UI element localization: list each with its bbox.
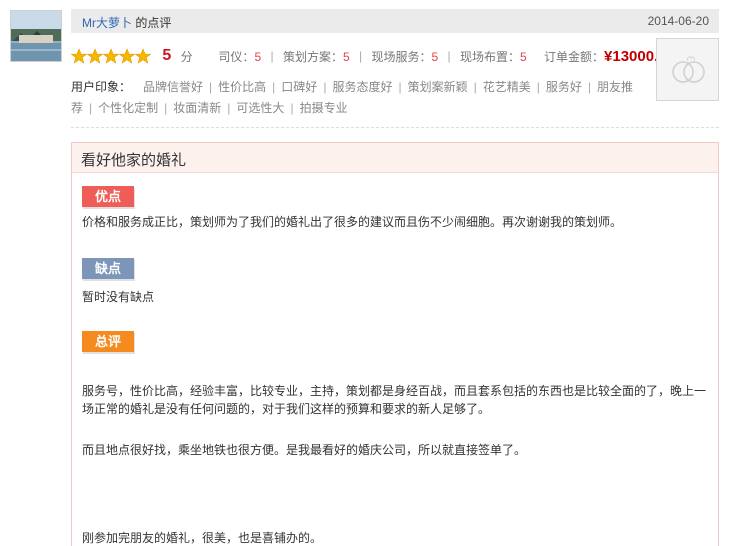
user-impression: 用户印象： 品牌信誉好 | 性价比高 | 口碑好 | 服务态度好 | 策划案新颖 | 花艺精美 | 服务好… — [71, 80, 634, 115]
divider: | — [447, 49, 451, 63]
star-icon — [135, 48, 151, 64]
summary-badge: 总评 — [82, 331, 134, 352]
section-divider — [71, 127, 719, 128]
sub-rating-mc: 司仪：5 — [218, 49, 262, 64]
impression-tag[interactable]: 性价比高 — [218, 80, 266, 94]
impression-tag[interactable]: 品牌信誉好 — [143, 80, 203, 94]
reviewer-name-link[interactable]: Mr大萝卜 — [82, 16, 132, 30]
impression-tag[interactable]: 个性化定制 — [98, 101, 158, 115]
impression-tag[interactable]: 可选性大 — [236, 101, 284, 115]
pros-badge: 优点 — [82, 186, 134, 207]
score-unit: 分 — [180, 49, 193, 64]
impression-tag[interactable]: 妆面清新 — [173, 101, 221, 115]
review-photo-thumbnail[interactable] — [656, 38, 719, 101]
sub-rating-service: 现场服务：5 — [371, 49, 439, 64]
cons-badge: 缺点 — [82, 258, 134, 279]
summary-paragraph: 刚参加完朋友的婚礼，很美，也是喜铺办的。 — [82, 531, 323, 545]
summary-paragraph: 而且地点很好找，乘坐地铁也很方便。是我最看好的婚庆公司，所以就直接签单了。 — [82, 443, 527, 457]
reviewer-line: Mr大萝卜 的点评 — [82, 14, 171, 31]
star-icon — [119, 48, 135, 64]
reviewer-suffix: 的点评 — [132, 16, 172, 30]
impression-tag[interactable]: 策划案新颖 — [408, 80, 468, 94]
review-date: 2014-06-20 — [647, 14, 709, 28]
impression-tag[interactable]: 花艺精美 — [483, 80, 531, 94]
rating-row: 5 分 | 司仪：5 | 策划方案：5 | 现场服务：5 | 现场布置：5 订单… — [71, 47, 675, 65]
impression-tag[interactable]: 服务好 — [546, 80, 582, 94]
summary-paragraph: 服务号，性价比高，经验丰富，比较专业，主持，策划都是身经百战，而且套系包括的东西… — [82, 384, 707, 416]
review-content-box: 看好他家的婚礼 优点 价格和服务成正比，策划师为了我们的婚礼出了很多的建议而且伤… — [71, 142, 719, 546]
impression-tag[interactable]: 拍摄专业 — [300, 101, 348, 115]
cons-text: 暂时没有缺点 — [82, 290, 155, 304]
wedding-logo-icon — [657, 39, 718, 100]
impression-label: 用户印象： — [71, 80, 132, 94]
star-icon — [87, 48, 103, 64]
pros-text: 价格和服务成正比，策划师为了我们的婚礼出了很多的建议而且伤不少闹细胞。再次谢谢我… — [82, 215, 623, 229]
star-rating — [71, 48, 151, 64]
reviewer-avatar[interactable] — [10, 10, 62, 62]
impression-tag[interactable]: 服务态度好 — [332, 80, 392, 94]
review-header: Mr大萝卜 的点评 2014-06-20 — [71, 9, 719, 33]
divider: | — [270, 49, 274, 63]
impression-tag[interactable]: 口碑好 — [281, 80, 317, 94]
review-title: 看好他家的婚礼 — [72, 143, 718, 173]
overall-score: 5 — [162, 47, 172, 64]
sub-rating-decor: 现场布置：5 — [459, 49, 527, 64]
divider: | — [358, 49, 363, 63]
star-icon — [71, 48, 87, 64]
star-icon — [103, 48, 119, 64]
sub-rating-plan: 策划方案：5 — [282, 49, 350, 64]
